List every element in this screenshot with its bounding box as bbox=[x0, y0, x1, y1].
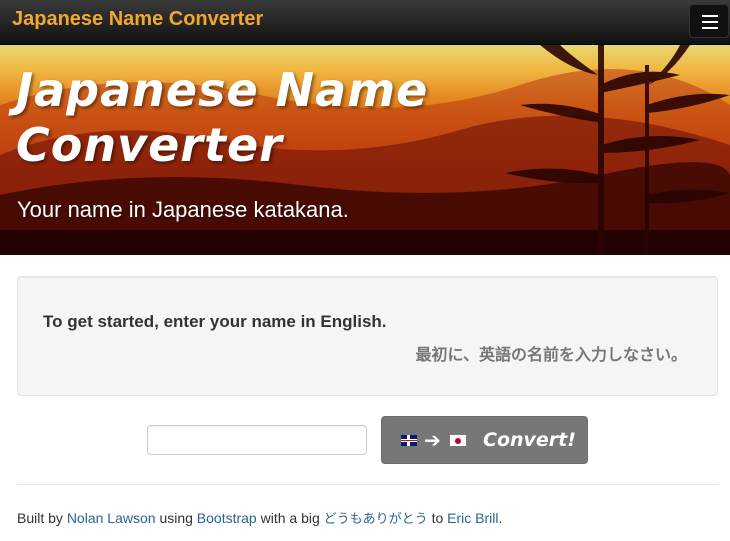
hamburger-icon bbox=[702, 15, 718, 17]
top-navbar: Japanese Name Converter bbox=[0, 0, 730, 45]
name-input[interactable] bbox=[147, 425, 367, 455]
convert-button[interactable]: ➔ Convert! bbox=[381, 416, 588, 464]
convert-button-label: Convert! bbox=[483, 429, 576, 451]
thanks-link[interactable]: どうもありがとう bbox=[324, 512, 428, 527]
footer-text-to: to bbox=[431, 510, 444, 526]
instructions-panel: To get started, enter your name in Engli… bbox=[17, 276, 718, 396]
footer-text-using: using bbox=[159, 510, 193, 526]
footer-divider bbox=[17, 484, 718, 485]
arrow-icon: ➔ bbox=[424, 428, 441, 452]
footer-text-built-by: Built by bbox=[17, 510, 63, 526]
hero-title: Japanese Name Converter bbox=[16, 63, 429, 172]
bootstrap-link[interactable]: Bootstrap bbox=[197, 510, 257, 526]
uk-flag-icon bbox=[401, 435, 417, 446]
author-link[interactable]: Nolan Lawson bbox=[67, 510, 156, 526]
eric-brill-link[interactable]: Eric Brill bbox=[447, 510, 498, 526]
menu-toggle-button[interactable] bbox=[689, 4, 729, 38]
hero-subtitle: Your name in Japanese katakana. bbox=[17, 197, 349, 222]
instructions-english: To get started, enter your name in Engli… bbox=[43, 312, 387, 331]
footer-text-with: with a big bbox=[260, 510, 320, 526]
navbar-brand[interactable]: Japanese Name Converter bbox=[12, 8, 263, 31]
footer: Built by Nolan Lawson using Bootstrap wi… bbox=[17, 508, 502, 527]
hero-banner: Japanese Name Converter Your name in Jap… bbox=[0, 45, 730, 255]
japan-flag-icon bbox=[450, 435, 466, 446]
instructions-japanese: 最初に、英語の名前を入力しなさい。 bbox=[415, 345, 687, 364]
footer-text-period: . bbox=[498, 510, 503, 526]
